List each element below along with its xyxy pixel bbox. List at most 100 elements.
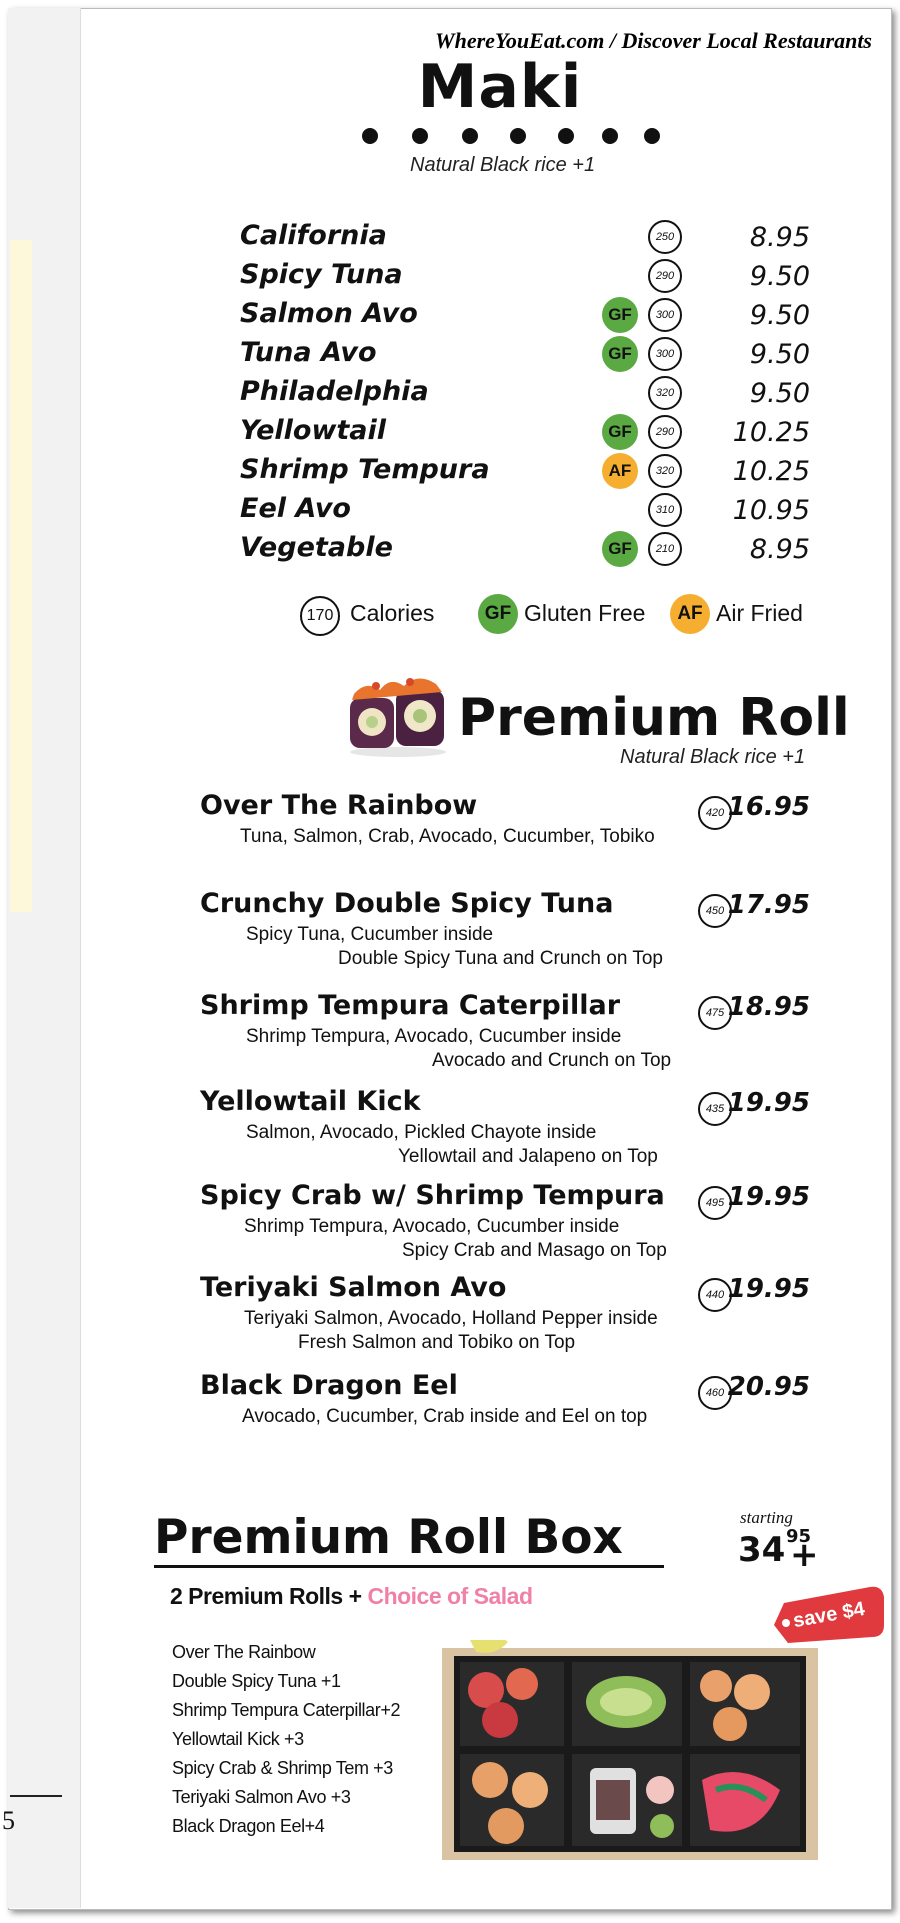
decorative-dots	[362, 124, 672, 144]
legend-gluten-free-label: Gluten Free	[524, 600, 646, 626]
roll-name: Shrimp Tempura Caterpillar	[200, 990, 621, 1021]
calorie-icon: 320	[648, 376, 682, 410]
starting-label: starting	[740, 1508, 793, 1527]
roll-price: 18.95	[727, 992, 810, 1022]
roll-description: Shrimp Tempura, Avocado, Cucumber inside	[246, 1026, 622, 1047]
roll-name: Teriyaki Salmon Avo	[200, 1272, 507, 1303]
roll-description: Yellowtail and Jalapeno on Top	[398, 1146, 658, 1167]
adjacent-page-edge	[10, 240, 32, 912]
maki-section-title: Maki	[417, 52, 583, 122]
box-option: Black Dragon Eel+4	[172, 1816, 325, 1836]
calorie-icon: 300	[648, 298, 682, 332]
legend-air-fried-label: Air Fried	[716, 600, 803, 626]
maki-item: California 250 8.95	[240, 218, 810, 257]
maki-item: Tuna Avo GF 300 9.50	[240, 335, 810, 374]
roll-box-underline	[154, 1565, 664, 1568]
box-option: Yellowtail Kick +3	[172, 1729, 304, 1749]
roll-price: 17.95	[727, 890, 810, 920]
maki-item: Salmon Avo GF 300 9.50	[240, 296, 810, 335]
calorie-icon: 320	[648, 454, 682, 488]
roll-description: Fresh Salmon and Tobiko on Top	[298, 1332, 576, 1353]
maki-item: Spicy Tuna 290 9.50	[240, 257, 810, 296]
calorie-icon: 170	[300, 596, 340, 636]
roll-description: Spicy Tuna, Cucumber inside	[246, 924, 494, 945]
box-option: Double Spicy Tuna +1	[172, 1671, 341, 1691]
roll-name: Crunchy Double Spicy Tuna	[200, 888, 614, 919]
maki-item: Philadelphia 320 9.50	[240, 374, 810, 413]
site-header[interactable]: WhereYouEat.com / Discover Local Restaur…	[435, 28, 872, 54]
box-price: 34	[738, 1530, 786, 1570]
maki-item-price: 9.50	[749, 339, 810, 370]
roll-description: Spicy Crab and Masago on Top	[402, 1240, 667, 1261]
roll-description: Avocado and Crunch on Top	[432, 1050, 672, 1071]
maki-item-name: Eel Avo	[240, 493, 351, 524]
maki-item-price: 9.50	[749, 300, 810, 331]
calorie-icon: 290	[648, 259, 682, 293]
maki-item-price: 10.25	[732, 456, 810, 487]
maki-item-name: Vegetable	[240, 532, 393, 563]
maki-item-price: 8.95	[749, 222, 810, 253]
page-number-rule	[10, 1795, 62, 1797]
maki-item-price: 9.50	[749, 261, 810, 292]
calorie-icon: 210	[648, 532, 682, 566]
box-options-list: Over The Rainbow Double Spicy Tuna +1 Shri…	[172, 1638, 400, 1841]
maki-item-name: Philadelphia	[240, 376, 429, 407]
roll-price: 16.95	[727, 792, 810, 822]
roll-box-title: Premium Roll Box	[154, 1510, 623, 1565]
maki-list: California 250 8.95 Spicy Tuna 290 9.50 Salmon…	[240, 218, 810, 569]
roll-description: Salmon, Avocado, Pickled Chayote inside	[246, 1122, 597, 1143]
roll-name: Over The Rainbow	[200, 790, 478, 821]
box-option: Over The Rainbow	[172, 1642, 316, 1662]
maki-item: Shrimp Tempura AF 320 10.25	[240, 452, 810, 491]
roll-name: Yellowtail Kick	[200, 1086, 421, 1117]
maki-item: Yellowtail GF 290 10.25	[240, 413, 810, 452]
gluten-free-icon: GF	[602, 297, 638, 333]
maki-item-name: Tuna Avo	[240, 337, 377, 368]
box-line-prefix: 2 Premium Rolls +	[170, 1583, 368, 1609]
maki-item-name: Spicy Tuna	[240, 259, 403, 290]
maki-item-name: Shrimp Tempura	[240, 454, 490, 485]
roll-name: Spicy Crab w/ Shrimp Tempura	[200, 1180, 665, 1211]
roll-description: Shrimp Tempura, Avocado, Cucumber inside	[244, 1216, 620, 1237]
box-option: Teriyaki Salmon Avo +3	[172, 1787, 351, 1807]
maki-item-price: 9.50	[749, 378, 810, 409]
bento-box-photo	[442, 1640, 818, 1860]
roll-description: Teriyaki Salmon, Avocado, Holland Pepper…	[244, 1308, 658, 1329]
maki-item-name: Yellowtail	[240, 415, 387, 446]
maki-item-price: 10.95	[732, 495, 810, 526]
roll-price: 20.95	[727, 1372, 810, 1402]
roll-description: Avocado, Cucumber, Crab inside and Eel o…	[242, 1406, 648, 1427]
maki-item-name: Salmon Avo	[240, 298, 418, 329]
save-tag-icon: save $4	[774, 1586, 884, 1643]
premium-roll-photo	[350, 678, 446, 757]
gluten-free-icon: GF	[602, 531, 638, 567]
maki-item-name: California	[240, 220, 387, 251]
air-fried-icon: AF	[602, 453, 638, 489]
box-option: Spicy Crab & Shrimp Tem +3	[172, 1758, 393, 1778]
gluten-free-icon: GF	[478, 594, 518, 634]
gluten-free-icon: GF	[602, 414, 638, 450]
box-price-plus: +	[790, 1535, 819, 1575]
premium-roll-subtitle: Natural Black rice +1	[620, 746, 806, 768]
roll-price: 19.95	[727, 1182, 810, 1212]
maki-subtitle: Natural Black rice +1	[410, 154, 596, 176]
gluten-free-icon: GF	[602, 336, 638, 372]
legend-calories-label: Calories	[350, 600, 435, 626]
air-fried-icon: AF	[670, 594, 710, 634]
calorie-icon: 310	[648, 493, 682, 527]
maki-item-price: 10.25	[732, 417, 810, 448]
roll-description: Double Spicy Tuna and Crunch on Top	[338, 948, 663, 969]
roll-description: Tuna, Salmon, Crab, Avocado, Cucumber, T…	[240, 826, 655, 847]
box-option: Shrimp Tempura Caterpillar+2	[172, 1700, 401, 1720]
calorie-icon: 290	[648, 415, 682, 449]
box-description: 2 Premium Rolls + Choice of Salad	[170, 1583, 533, 1610]
calorie-icon: 300	[648, 337, 682, 371]
roll-name: Black Dragon Eel	[200, 1370, 458, 1401]
calorie-icon: 250	[648, 220, 682, 254]
premium-roll-title: Premium Roll	[458, 688, 850, 748]
maki-item-price: 8.95	[749, 534, 810, 565]
roll-price: 19.95	[727, 1274, 810, 1304]
box-line-salad: Choice of Salad	[367, 1583, 533, 1609]
roll-price: 19.95	[727, 1088, 810, 1118]
maki-item: Vegetable GF 210 8.95	[240, 530, 810, 569]
